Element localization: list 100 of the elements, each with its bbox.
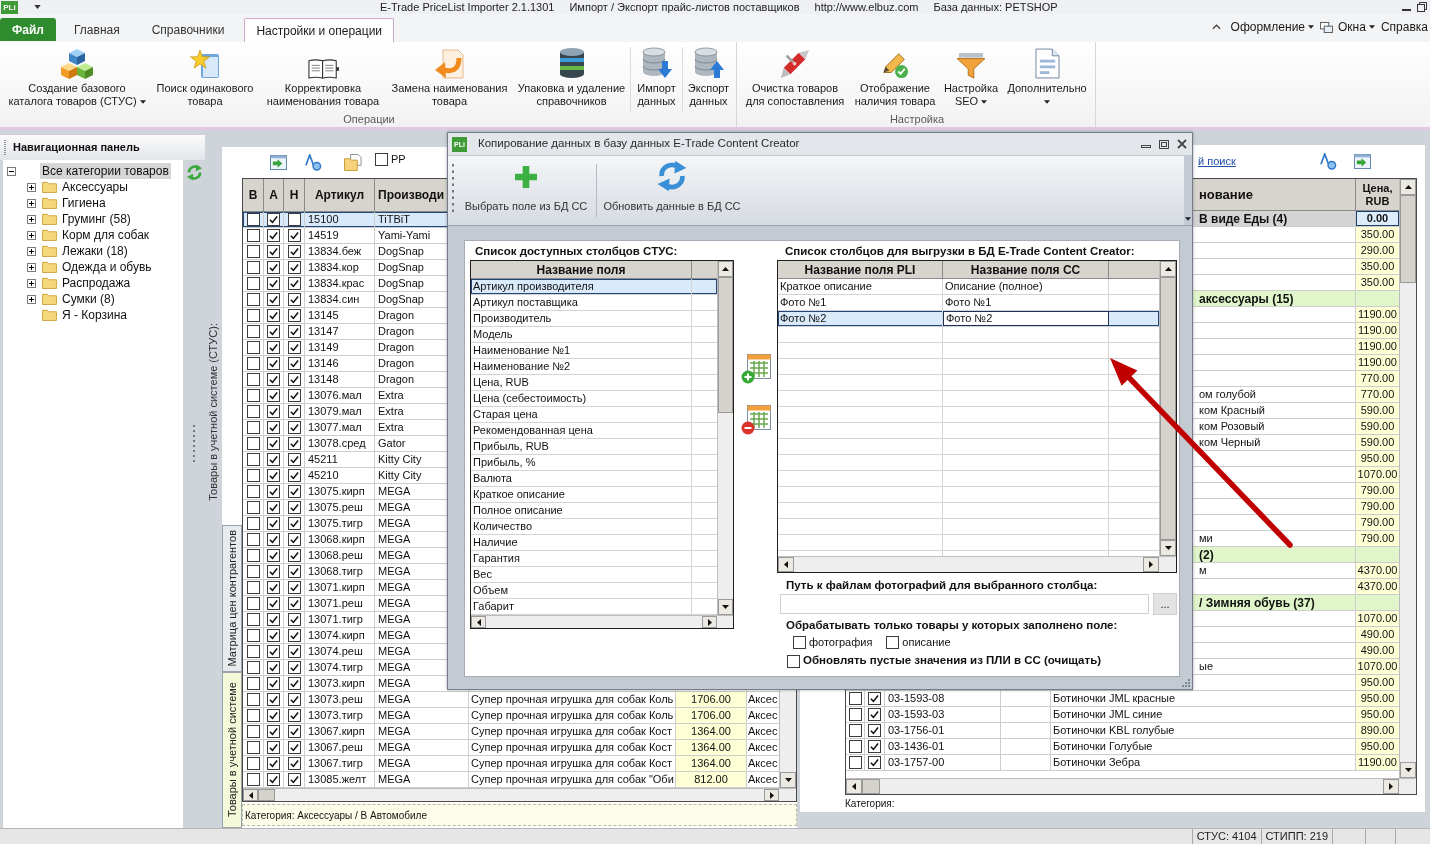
article-number: 13068.тигр — [308, 564, 363, 580]
manufacturer-name: DogSnap — [378, 244, 424, 260]
manufacturer-name: MEGA — [378, 564, 411, 580]
field-name: Фото №2 — [780, 311, 827, 327]
product-name: ые — [1199, 659, 1214, 675]
manufacturer-name: MEGA — [378, 500, 411, 516]
manufacturer-name: DogSnap — [378, 260, 424, 276]
column-header: Артикул — [314, 187, 365, 204]
article-number: 13149 — [308, 340, 339, 356]
category-name: Аксес — [748, 772, 778, 788]
price-cell: 1364.00 — [676, 740, 747, 755]
field-name: Цена (себестоимость) — [473, 391, 587, 407]
price-cell: 1706.00 — [676, 708, 747, 723]
article-number: 13078.сред — [308, 436, 366, 452]
manufacturer-name: MEGA — [378, 708, 411, 724]
price-cell: 590.00 — [1356, 435, 1399, 450]
manufacturer-name: Extra — [378, 388, 404, 404]
price-cell: 950.00 — [1356, 675, 1399, 690]
manufacturer-name: MEGA — [378, 516, 411, 532]
section-title: Список столбцов для выгрузки в БД E-Trade Content Creator: — [784, 244, 1136, 259]
manufacturer-name: Extra — [378, 404, 404, 420]
manufacturer-name: MEGA — [378, 692, 411, 708]
price-cell: 1190.00 — [1356, 355, 1399, 370]
manufacturer-name: Dragon — [378, 324, 415, 340]
product-name: ом голубой — [1199, 387, 1256, 403]
price-cell: 4370.00 — [1356, 563, 1399, 578]
article-number: 13079.мал — [308, 404, 362, 420]
field-name: Валюта — [473, 471, 512, 487]
manufacturer-name: Dragon — [378, 372, 415, 388]
product-name: Ботиночки Зебра — [1053, 755, 1141, 771]
price-cell: 950.00 — [1356, 707, 1399, 722]
manufacturer-name: MEGA — [378, 676, 411, 692]
field-name: Наличие — [473, 535, 518, 551]
article-number: 13834.кор — [308, 260, 359, 276]
price-cell: 890.00 — [1356, 723, 1399, 738]
price-cell: 1070.00 — [1356, 659, 1399, 674]
field-name: Прибыль, RUB — [473, 439, 549, 455]
price-cell: 350.00 — [1356, 227, 1399, 242]
database-label: База данных: PETSHOP — [933, 0, 1058, 14]
field-name: Цена, RUB — [473, 375, 529, 391]
manufacturer-name: MEGA — [378, 644, 411, 660]
column-header: В — [248, 187, 258, 204]
product-description: Супер прочная игрушка для собак Коль — [471, 708, 674, 724]
article-number: 13067.кирп — [308, 724, 365, 740]
article-number: 03-1756-01 — [888, 723, 945, 739]
field-name: Фото №1 — [780, 295, 827, 311]
status-text: СТУС: 4104 — [1191, 829, 1261, 844]
category-label: Категория: — [845, 798, 896, 810]
column-header: Название поля СС — [970, 261, 1081, 279]
manufacturer-name: Kitty City — [378, 468, 422, 484]
price-cell: 790.00 — [1356, 499, 1399, 514]
field-name: Гарантия — [473, 551, 520, 567]
article-number: 13834.беж — [308, 244, 362, 260]
product-name: ком Красный — [1199, 403, 1265, 419]
field-name: Краткое описание — [780, 279, 872, 295]
article-number: 03-1593-08 — [888, 691, 945, 707]
manufacturer-name: Yami-Yami — [378, 228, 431, 244]
article-number: 13075.кирп — [308, 484, 365, 500]
product-description: Супер прочная игрушка для собак Кост — [471, 724, 672, 740]
article-number: 13075.реш — [308, 500, 363, 516]
article-number: 13073.тигр — [308, 708, 363, 724]
article-number: 15100 — [308, 212, 339, 228]
column-header: Название поля PLI — [804, 261, 916, 279]
price-cell: 1190.00 — [1356, 755, 1399, 770]
article-number: 13067.реш — [308, 740, 363, 756]
section-title: Список доступных столбцов СТУС: — [474, 244, 679, 259]
field-name: Краткое описание — [473, 487, 565, 503]
price-cell: 812.00 — [676, 772, 747, 787]
status-text: СТИПП: 219 — [1260, 829, 1332, 844]
field-name: Модель — [473, 327, 513, 343]
price-cell: 1070.00 — [1356, 467, 1399, 482]
article-number: 13068.кирп — [308, 532, 365, 548]
app-subtitle: Импорт / Экспорт прайс-листов поставщиков — [569, 0, 800, 14]
checkbox-label: фотография — [809, 634, 873, 650]
manufacturer-name: MEGA — [378, 548, 411, 564]
article-number: 13075.тигр — [308, 516, 363, 532]
article-number: 13076.мал — [308, 388, 362, 404]
article-number: 13074.кирп — [308, 628, 365, 644]
manufacturer-name: Gator — [378, 436, 406, 452]
price-cell: 490.00 — [1356, 627, 1399, 642]
price-cell: 0.00 — [1356, 211, 1399, 226]
group-name: В виде Еды (4) — [1199, 210, 1288, 228]
field-name: Количество — [473, 519, 533, 535]
article-number: 13071.тигр — [308, 612, 363, 628]
product-name: м — [1199, 563, 1207, 579]
group-name: / Зимняя обувь (37) — [1199, 594, 1315, 612]
category-label: Категория: Аксессуары / В Автомобиле — [245, 808, 427, 823]
article-number: 13067.тигр — [308, 756, 363, 772]
website-address: http://www.elbuz.com — [814, 0, 919, 14]
field-name: Полное описание — [473, 503, 563, 519]
article-number: 03-1593-03 — [888, 707, 945, 723]
price-cell: 490.00 — [1356, 643, 1399, 658]
group-label: Настройка — [888, 113, 946, 127]
price-cell: 350.00 — [1356, 259, 1399, 274]
price-cell: 1190.00 — [1356, 323, 1399, 338]
price-cell: 790.00 — [1356, 515, 1399, 530]
checkbox-label: PP — [391, 152, 406, 168]
price-cell: 770.00 — [1356, 387, 1399, 402]
manufacturer-name: Kitty City — [378, 452, 422, 468]
category-name: Аксес — [748, 740, 778, 756]
